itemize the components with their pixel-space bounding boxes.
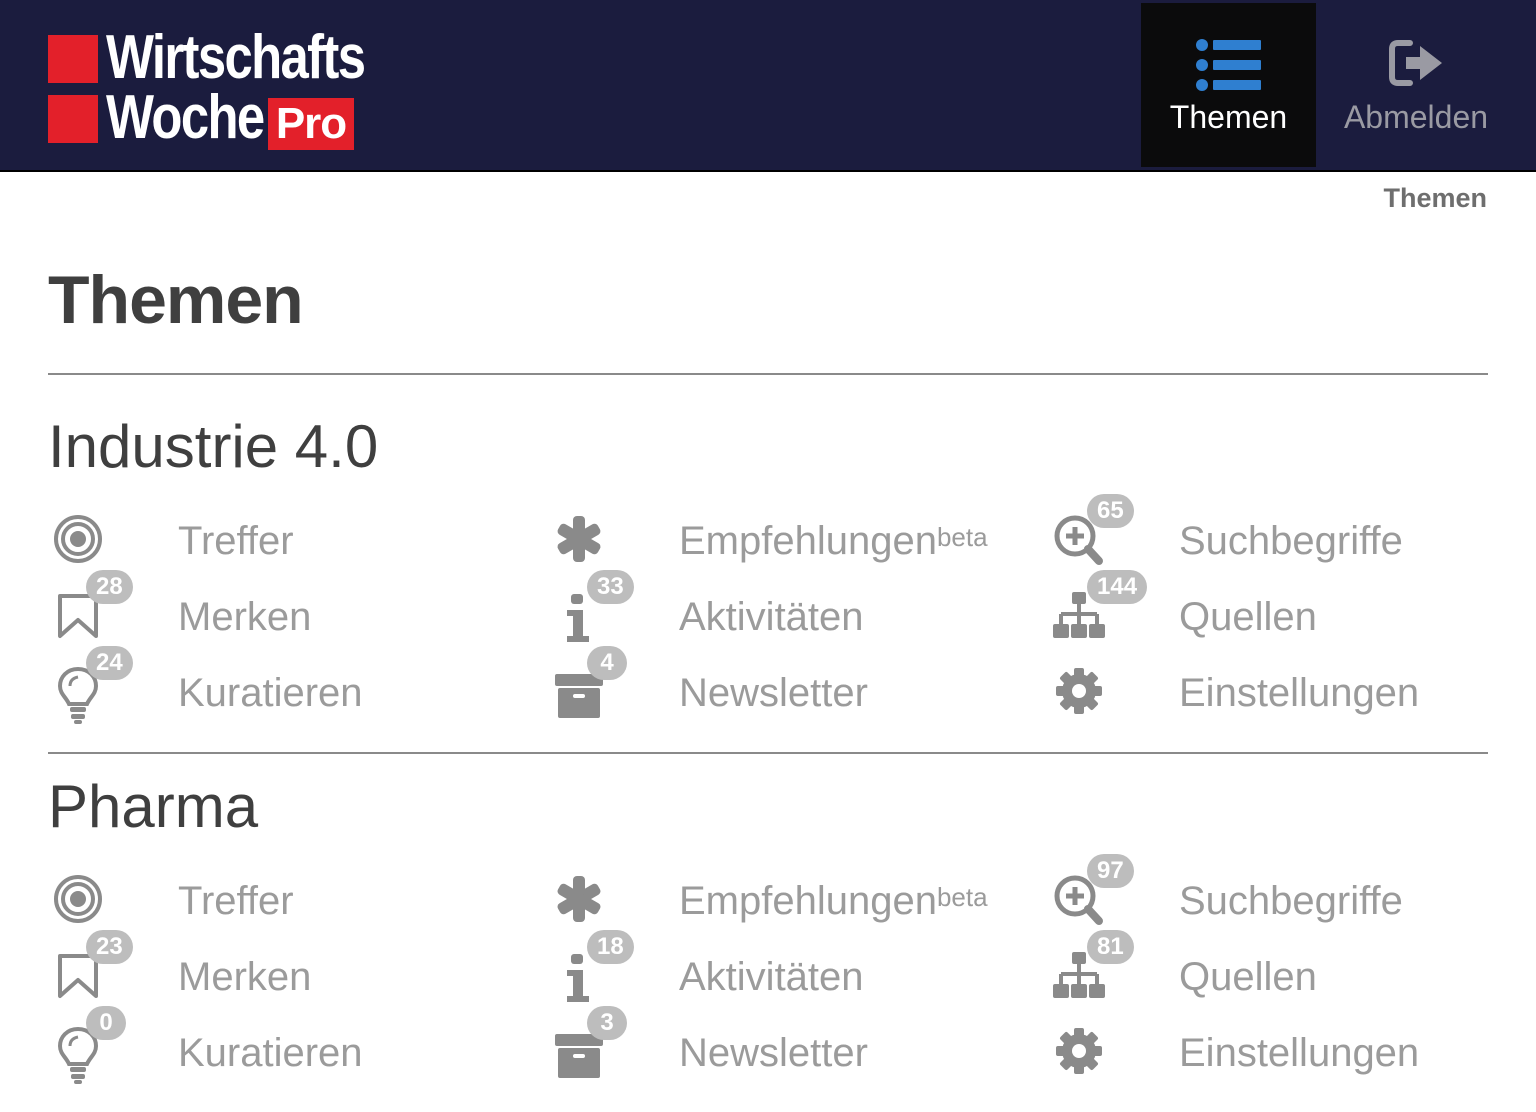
sign-out-icon: [1389, 40, 1442, 86]
treffer-link[interactable]: Treffer: [48, 864, 508, 934]
treffer-label: Treffer: [178, 519, 294, 563]
merken-count-badge: 28: [86, 570, 133, 604]
divider: [48, 752, 1488, 754]
einstellungen-link[interactable]: Einstellungen: [1049, 656, 1509, 726]
suchbegriffe-label: Suchbegriffe: [1179, 519, 1403, 563]
nav-themen-button[interactable]: Themen: [1141, 3, 1316, 167]
suchbegriffe-count-badge: 65: [1087, 494, 1134, 528]
kuratieren-count-badge: 0: [86, 1006, 126, 1040]
quellen-label: Quellen: [1179, 955, 1317, 999]
newsletter-label: Newsletter: [679, 671, 868, 715]
suchbegriffe-link[interactable]: 65 Suchbegriffe: [1049, 494, 1509, 574]
beta-superscript: beta: [936, 882, 988, 912]
merken-link[interactable]: 23 Merken: [48, 930, 508, 1010]
target-icon: [48, 864, 108, 934]
aktivitaeten-link[interactable]: 33 Aktivitäten: [549, 570, 1009, 650]
section-title-pharma[interactable]: Pharma: [48, 772, 258, 842]
quellen-label: Quellen: [1179, 595, 1317, 639]
empfehlungen-text: Empfehlungen: [679, 879, 937, 923]
aktivitaeten-label: Aktivitäten: [679, 595, 864, 639]
suchbegriffe-count-badge: 97: [1087, 854, 1134, 888]
logo-pro-badge: Pro: [268, 98, 354, 150]
section-title-industrie[interactable]: Industrie 4.0: [48, 412, 378, 482]
aktivitaeten-count-badge: 33: [587, 570, 634, 604]
merken-link[interactable]: 28 Merken: [48, 570, 508, 650]
empfehlungen-label: Empfehlungenbeta: [679, 878, 988, 924]
kuratieren-count-badge: 24: [86, 646, 133, 680]
suchbegriffe-link[interactable]: 97 Suchbegriffe: [1049, 854, 1509, 934]
empfehlungen-link[interactable]: Empfehlungenbeta: [549, 864, 1009, 934]
newsletter-count-badge: 4: [587, 646, 627, 680]
logo-line-2: Woche: [106, 83, 265, 152]
einstellungen-link[interactable]: Einstellungen: [1049, 1016, 1509, 1086]
merken-label: Merken: [178, 595, 312, 639]
einstellungen-label: Einstellungen: [1179, 1031, 1420, 1075]
newsletter-count-badge: 3: [587, 1006, 627, 1040]
treffer-link[interactable]: Treffer: [48, 504, 508, 574]
newsletter-link[interactable]: 3 Newsletter: [549, 1006, 1009, 1086]
quellen-link[interactable]: 144 Quellen: [1049, 570, 1509, 650]
merken-label: Merken: [178, 955, 312, 999]
quellen-link[interactable]: 81 Quellen: [1049, 930, 1509, 1010]
newsletter-link[interactable]: 4 Newsletter: [549, 646, 1009, 726]
aktivitaeten-label: Aktivitäten: [679, 955, 864, 999]
breadcrumb[interactable]: Themen: [1383, 180, 1487, 216]
empfehlungen-label: Empfehlungenbeta: [679, 518, 988, 564]
gear-icon: [1049, 656, 1109, 726]
logo-red-square-top: [48, 35, 98, 83]
wirtschaftswoche-pro-logo[interactable]: Wirtschafts Woche Pro: [48, 24, 388, 155]
suchbegriffe-label: Suchbegriffe: [1179, 879, 1403, 923]
merken-count-badge: 23: [86, 930, 133, 964]
divider: [48, 373, 1488, 375]
aktivitaeten-count-badge: 18: [587, 930, 634, 964]
empfehlungen-text: Empfehlungen: [679, 519, 937, 563]
nav-logout-label: Abmelden: [1343, 99, 1489, 135]
einstellungen-label: Einstellungen: [1179, 671, 1420, 715]
logo-line-1: Wirtschafts: [106, 23, 366, 92]
asterisk-icon: [549, 864, 609, 934]
quellen-count-badge: 144: [1087, 570, 1148, 604]
page-title: Themen: [48, 262, 304, 338]
quellen-count-badge: 81: [1087, 930, 1134, 964]
aktivitaeten-link[interactable]: 18 Aktivitäten: [549, 930, 1009, 1010]
target-icon: [48, 504, 108, 574]
kuratieren-label: Kuratieren: [178, 671, 363, 715]
newsletter-label: Newsletter: [679, 1031, 868, 1075]
treffer-label: Treffer: [178, 879, 294, 923]
asterisk-icon: [549, 504, 609, 574]
logo-red-square-bottom: [48, 95, 98, 143]
nav-themen-label: Themen: [1169, 99, 1288, 135]
kuratieren-link[interactable]: 0 Kuratieren: [48, 1006, 508, 1086]
empfehlungen-link[interactable]: Empfehlungenbeta: [549, 504, 1009, 574]
nav-logout-button[interactable]: Abmelden: [1330, 3, 1502, 167]
gear-icon: [1049, 1016, 1109, 1086]
kuratieren-label: Kuratieren: [178, 1031, 363, 1075]
list-icon: [1195, 39, 1261, 91]
beta-superscript: beta: [936, 522, 988, 552]
top-navigation-bar: Wirtschafts Woche Pro Themen Abmelden: [0, 0, 1536, 172]
kuratieren-link[interactable]: 24 Kuratieren: [48, 646, 508, 726]
